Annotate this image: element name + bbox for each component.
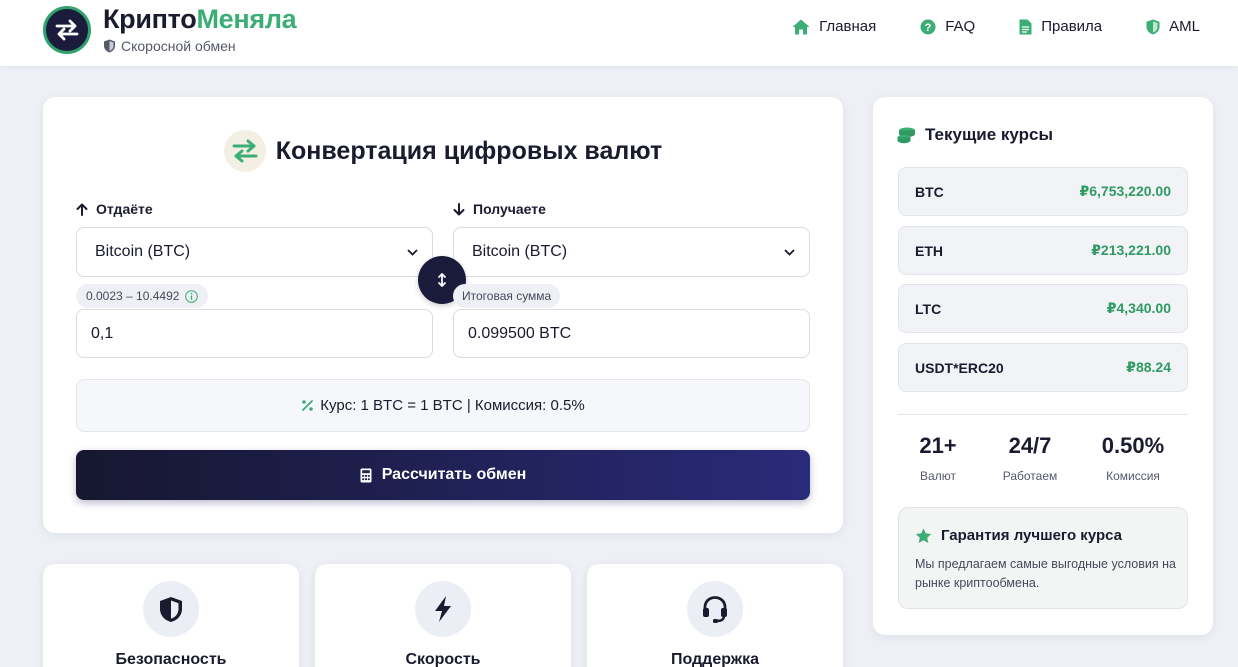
stat-value: 21+ [919, 433, 957, 458]
coins-icon [897, 127, 915, 143]
rate-price: ₽88.24 [1126, 359, 1171, 375]
current-rates-card: Текущие курсы BTC ₽6,753,220.00 ETH ₽213… [873, 97, 1213, 635]
info-icon[interactable] [185, 289, 199, 303]
exchange-arrows-icon [55, 19, 79, 41]
chevron-down-icon [407, 248, 418, 256]
rate-row-ltc[interactable]: LTC ₽4,340.00 [898, 284, 1188, 333]
rate-row-usdt[interactable]: USDT*ERC20 ₽88.24 [898, 343, 1188, 392]
arrow-down-icon [453, 202, 465, 215]
rate-code: ETH [915, 242, 943, 259]
converter-title: Конвертация цифровых валют [43, 130, 843, 172]
feature-card-speed: Скорость [315, 564, 571, 667]
rate-row-btc[interactable]: BTC ₽6,753,220.00 [898, 167, 1188, 216]
stat-hours: 24/7 Работаем [995, 433, 1065, 483]
star-icon [915, 528, 932, 543]
rates-title-text: Текущие курсы [925, 125, 1054, 144]
shield-icon [143, 581, 199, 637]
feature-title: Поддержка [670, 651, 760, 667]
question-circle-icon: ? [920, 19, 936, 34]
guarantee-title: Гарантия лучшего курса [915, 527, 1122, 544]
bolt-icon [415, 581, 471, 637]
stat-label: Работаем [1002, 469, 1058, 483]
result-label-text: Итоговая сумма [462, 289, 552, 303]
give-currency-value: Bitcoin (BTC) [95, 243, 191, 260]
nav-item-aml[interactable]: AML [1146, 18, 1200, 35]
give-label-text: Отдаёте [96, 201, 153, 217]
page-title: Конвертация цифровых валют [275, 136, 663, 165]
feature-title: Безопасность [115, 651, 227, 667]
calculate-button-label: Рассчитать обмен [381, 466, 527, 483]
rate-info-text: Курс: 1 BTC = 1 BTC | Комиссия: 0.5% [320, 397, 585, 414]
feature-title: Скорость [405, 651, 481, 667]
rate-price: ₽213,221.00 [1091, 242, 1171, 258]
tagline: Скоросной обмен [103, 38, 236, 54]
get-label: Получаете [453, 201, 546, 217]
brand-name[interactable]: КриптоМеняла [103, 4, 297, 35]
give-label: Отдаёте [76, 201, 153, 217]
nav-item-home[interactable]: Главная [792, 18, 876, 35]
rate-code: BTC [915, 183, 944, 200]
shield-icon [104, 39, 115, 53]
nav-label: Правила [1041, 18, 1103, 35]
guarantee-title-text: Гарантия лучшего курса [941, 527, 1122, 544]
give-currency-select[interactable]: Bitcoin (BTC) [76, 227, 433, 277]
feature-card-support: Поддержка [587, 564, 843, 667]
stat-label: Валют [920, 469, 956, 483]
brand-part-1: Крипто [103, 4, 197, 34]
stat-commission: 0.50% Комиссия [1093, 433, 1173, 483]
brand-part-2: Меняла [196, 4, 297, 34]
swap-vertical-icon [438, 273, 446, 287]
rates-title: Текущие курсы [897, 125, 1053, 145]
stat-currencies: 21+ Валют [908, 433, 968, 483]
rate-code: LTC [915, 300, 942, 317]
guarantee-text: Мы предлагаем самые выгодные условия на … [915, 557, 1176, 590]
nav-label: Главная [819, 18, 877, 35]
get-label-text: Получаете [473, 201, 546, 217]
svg-text:?: ? [925, 22, 932, 34]
tagline-text: Скоросной обмен [121, 38, 236, 54]
nav-item-rules[interactable]: Правила [1019, 18, 1102, 35]
result-output: 0.099500 BTC [453, 309, 810, 358]
stat-label: Комиссия [1106, 469, 1160, 483]
stat-value: 24/7 [1008, 433, 1052, 458]
rate-info-box: Курс: 1 BTC = 1 BTC | Комиссия: 0.5% [76, 379, 810, 432]
divider [898, 414, 1188, 415]
nav-item-faq[interactable]: ? FAQ [920, 18, 975, 35]
main-nav: Главная ? FAQ Правила AML [792, 18, 1200, 35]
get-currency-value: Bitcoin (BTC) [472, 243, 568, 260]
percent-icon [302, 400, 314, 411]
get-currency-select[interactable]: Bitcoin (BTC) [453, 227, 810, 277]
amount-range-text: 0.0023 – 10.4492 [86, 289, 180, 303]
rate-row-eth[interactable]: ETH ₽213,221.00 [898, 226, 1188, 275]
nav-label: FAQ [945, 18, 976, 35]
logo[interactable] [43, 6, 91, 54]
stat-value: 0.50% [1101, 433, 1165, 458]
calculate-exchange-button[interactable]: Рассчитать обмен [76, 450, 810, 500]
home-icon [792, 19, 810, 34]
arrow-up-icon [76, 203, 88, 216]
rate-code: USDT*ERC20 [915, 359, 1004, 376]
nav-label: AML [1169, 18, 1200, 35]
calculator-icon [360, 468, 372, 482]
chevron-down-icon [784, 248, 795, 256]
rate-price: ₽4,340.00 [1106, 300, 1171, 316]
rate-price: ₽6,753,220.00 [1079, 183, 1172, 199]
amount-input[interactable]: 0,1 [76, 309, 433, 358]
document-icon [1019, 19, 1032, 34]
shield-icon [1146, 19, 1160, 34]
feature-card-security: Безопасность [43, 564, 299, 667]
site-header: КриптоМеняла Скоросной обмен Главная ? F… [0, 0, 1238, 66]
result-output-value: 0.099500 BTC [468, 324, 572, 342]
amount-range-badge: 0.0023 – 10.4492 [76, 284, 209, 308]
converter-card: Конвертация цифровых валют Отдаёте Получ… [43, 97, 843, 533]
amount-input-value: 0,1 [91, 324, 114, 342]
best-rate-guarantee: Гарантия лучшего курса Мы предлагаем сам… [898, 507, 1188, 609]
result-label-badge: Итоговая сумма [453, 284, 561, 308]
headset-icon [687, 581, 743, 637]
exchange-arrows-icon [223, 130, 266, 172]
